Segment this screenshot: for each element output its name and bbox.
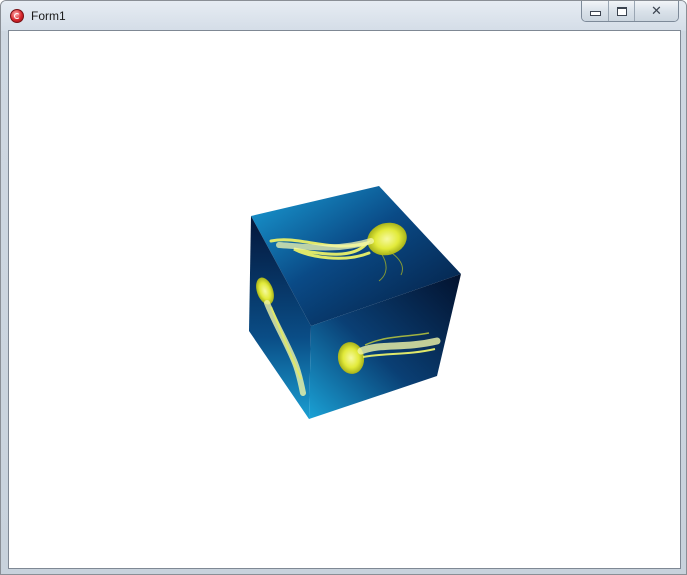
restore-button[interactable] bbox=[608, 1, 634, 21]
form-client-area bbox=[8, 30, 681, 569]
restore-icon bbox=[616, 6, 627, 16]
title-bar[interactable]: Form1 ✕ bbox=[1, 1, 686, 31]
window-title: Form1 bbox=[31, 9, 66, 23]
close-icon: ✕ bbox=[651, 3, 662, 19]
minimize-icon bbox=[589, 11, 601, 16]
minimize-button[interactable] bbox=[582, 1, 608, 21]
cube-canvas bbox=[249, 186, 461, 419]
window-controls: ✕ bbox=[581, 1, 679, 22]
app-window: Form1 ✕ bbox=[0, 0, 687, 575]
close-button[interactable]: ✕ bbox=[634, 1, 678, 21]
app-icon[interactable] bbox=[10, 9, 24, 23]
